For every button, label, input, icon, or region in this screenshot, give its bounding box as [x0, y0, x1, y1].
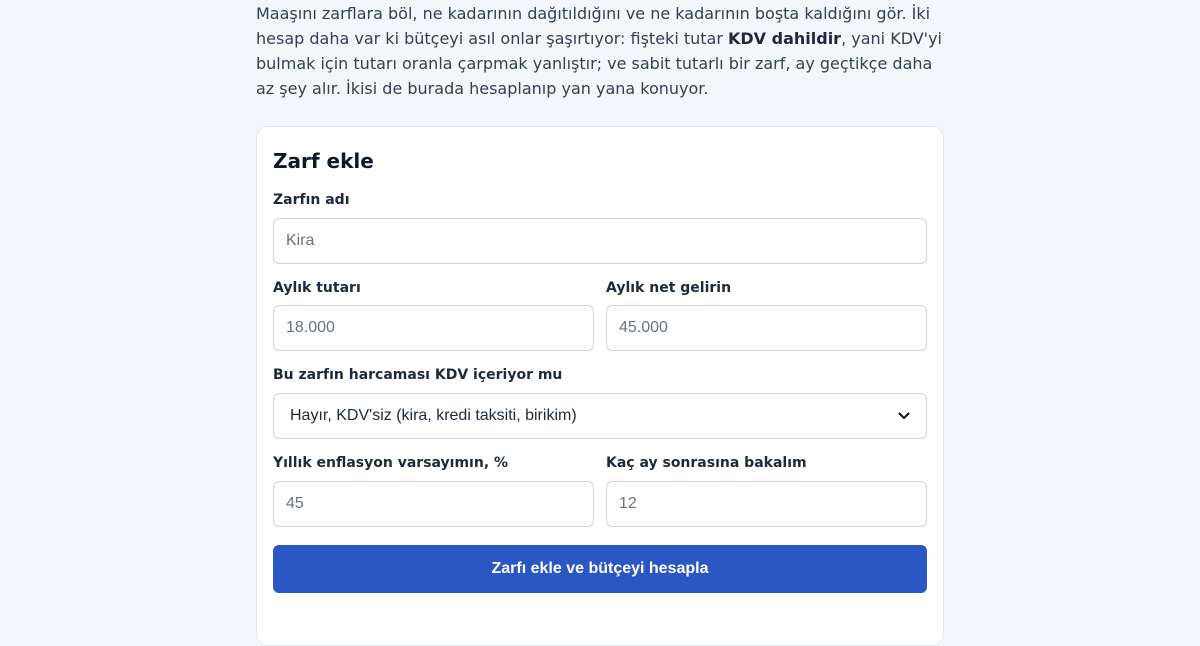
net-income-label: Aylık net gelirin [606, 280, 732, 296]
add-envelope-button[interactable]: Zarfı ekle ve bütçeyi hesapla [273, 545, 927, 593]
inflation-label: Yıllık enflasyon varsayımın, % [273, 455, 509, 471]
vat-selected-value: Hayır, KDV'siz (kira, kredi taksiti, bir… [290, 407, 577, 424]
net-income-input[interactable] [606, 305, 927, 351]
monthly-amount-input[interactable] [273, 305, 594, 351]
add-envelope-card: Zarf ekle Zarfın adı Aylık tutarı Aylık … [256, 126, 944, 646]
vat-label: Bu zarfın harcaması KDV içeriyor mu [273, 367, 563, 383]
intro-bold: KDV dahildir [728, 29, 842, 48]
card-title: Zarf ekle [273, 149, 374, 173]
envelope-name-label: Zarfın adı [273, 192, 350, 208]
chevron-down-icon [898, 409, 910, 423]
vat-select[interactable]: Hayır, KDV'siz (kira, kredi taksiti, bir… [273, 393, 927, 439]
inflation-input[interactable] [273, 481, 594, 527]
months-label: Kaç ay sonrasına bakalım [606, 455, 807, 471]
months-input[interactable] [606, 481, 927, 527]
monthly-amount-label: Aylık tutarı [273, 280, 361, 296]
intro-paragraph: Maaşını zarflara böl, ne kadarının dağıt… [256, 1, 946, 101]
envelope-name-input[interactable] [273, 218, 927, 264]
